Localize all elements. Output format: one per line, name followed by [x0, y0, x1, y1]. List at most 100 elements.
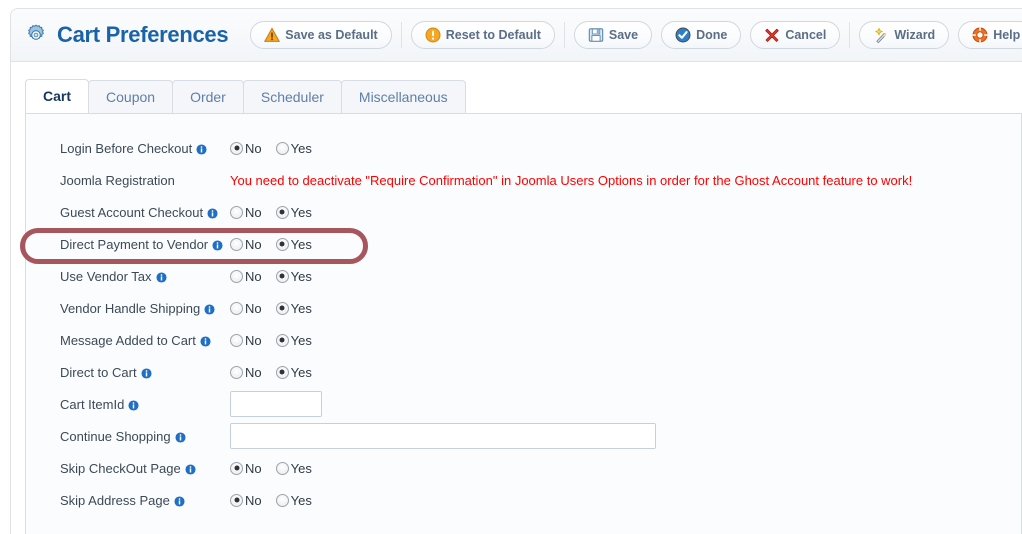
radio-dot[interactable]: [275, 461, 289, 475]
radio-no[interactable]: No: [230, 461, 262, 476]
radio-yes-label: Yes: [290, 364, 312, 380]
page-header: Cart Preferences Save as Default Reset t…: [11, 9, 1022, 62]
radio-dot[interactable]: [230, 237, 243, 251]
cancel-label: Cancel: [785, 28, 827, 42]
radio-dot[interactable]: [275, 141, 289, 155]
radio-yes[interactable]: Yes: [275, 141, 312, 156]
radio-dot[interactable]: [230, 333, 243, 347]
radio-dot[interactable]: [275, 205, 289, 219]
radio-dot[interactable]: [275, 333, 289, 347]
tab-order[interactable]: Order: [172, 80, 244, 113]
wizard-button[interactable]: Wizard: [859, 21, 950, 49]
radio-no[interactable]: No: [230, 365, 262, 380]
reset-to-default-button[interactable]: Reset to Default: [410, 21, 555, 49]
cart-settings-panel: Login Before Checkout No Yes Joomla Regi…: [20, 114, 1022, 534]
continue-shopping-input[interactable]: [230, 423, 656, 449]
radio-dot[interactable]: [230, 269, 243, 283]
gear-icon: [23, 22, 49, 48]
radio-no[interactable]: No: [230, 237, 262, 252]
direct-payment-to-vendor-radios: No Yes: [230, 237, 326, 252]
wizard-label: Wizard: [894, 28, 936, 42]
radio-no-label: No: [245, 492, 262, 508]
row-direct-to-cart: Direct to Cart No Yes: [26, 356, 1021, 388]
tab-miscellaneous[interactable]: Miscellaneous: [340, 80, 466, 113]
row-label: Vendor Handle Shipping: [60, 301, 230, 316]
radio-yes-label: Yes: [290, 236, 312, 252]
radio-yes[interactable]: Yes: [275, 460, 312, 476]
radio-yes[interactable]: Yes: [275, 236, 312, 252]
radio-no[interactable]: No: [230, 493, 262, 508]
radio-dot[interactable]: [275, 237, 289, 251]
radio-no[interactable]: No: [230, 269, 262, 284]
cart-itemid-input[interactable]: [230, 391, 322, 417]
row-message-added-to-cart: Message Added to Cart No Yes: [26, 324, 1021, 356]
info-icon[interactable]: [175, 431, 186, 443]
info-icon[interactable]: [156, 271, 167, 283]
info-icon[interactable]: [196, 143, 207, 155]
continue-shopping-field-wrap: [230, 423, 656, 449]
radio-dot[interactable]: [230, 205, 243, 219]
joomla-registration-label: Joomla Registration: [60, 172, 175, 188]
info-icon[interactable]: [141, 367, 152, 379]
radio-yes-label: Yes: [290, 460, 312, 476]
tab-cart[interactable]: Cart: [25, 79, 90, 113]
skip-address-page-label: Skip Address Page: [60, 492, 170, 508]
radio-yes-label: Yes: [290, 300, 312, 316]
info-icon[interactable]: [200, 335, 211, 347]
radio-dot[interactable]: [275, 365, 289, 379]
radio-yes-label: Yes: [290, 332, 312, 348]
cancel-button[interactable]: Cancel: [750, 21, 841, 49]
radio-no[interactable]: No: [230, 301, 262, 316]
row-skip-address-page: Skip Address Page No Yes: [26, 484, 1021, 516]
radio-no-label: No: [245, 140, 262, 156]
radio-dot[interactable]: [230, 365, 243, 379]
row-label: Continue Shopping: [60, 429, 230, 444]
radio-yes[interactable]: Yes: [275, 205, 312, 220]
row-cart-itemid: Cart ItemId: [26, 388, 1021, 420]
row-direct-payment-to-vendor: Direct Payment to Vendor No Yes: [20, 228, 1021, 264]
info-icon[interactable]: [185, 463, 196, 475]
info-icon[interactable]: [207, 207, 218, 219]
row-label: Skip CheckOut Page: [60, 461, 230, 476]
radio-dot[interactable]: [275, 493, 289, 507]
tab-coupon[interactable]: Coupon: [88, 80, 174, 113]
radio-yes[interactable]: Yes: [275, 364, 312, 380]
skip-checkout-page-label: Skip CheckOut Page: [60, 460, 181, 476]
row-continue-shopping: Continue Shopping: [26, 420, 1021, 452]
row-label: Cart ItemId: [60, 397, 230, 412]
info-icon[interactable]: [174, 495, 185, 507]
row-label: Message Added to Cart: [60, 333, 230, 348]
radio-dot[interactable]: [275, 269, 289, 283]
radio-yes[interactable]: Yes: [275, 492, 312, 508]
help-button[interactable]: Help: [958, 21, 1022, 49]
tab-bar: Cart Coupon Order Scheduler Miscellaneou…: [25, 79, 1022, 114]
radio-yes[interactable]: Yes: [275, 300, 312, 316]
info-icon[interactable]: [128, 399, 139, 411]
info-icon[interactable]: [212, 239, 223, 251]
radio-dot[interactable]: [230, 301, 243, 315]
toolbar-divider: [563, 22, 565, 48]
radio-no[interactable]: No: [230, 205, 262, 220]
radio-no-label: No: [245, 460, 262, 476]
radio-yes-label: Yes: [290, 492, 312, 508]
help-label: Help: [993, 28, 1021, 42]
guest-account-checkout-label: Guest Account Checkout: [60, 204, 204, 220]
save-as-default-button[interactable]: Save as Default: [250, 21, 392, 49]
radio-dot[interactable]: [230, 141, 243, 155]
save-button[interactable]: Save: [573, 21, 653, 49]
vendor-handle-shipping-label: Vendor Handle Shipping: [60, 300, 201, 316]
info-icon[interactable]: [204, 303, 215, 315]
radio-yes[interactable]: Yes: [275, 269, 312, 284]
radio-dot[interactable]: [230, 461, 243, 475]
radio-yes[interactable]: Yes: [275, 332, 312, 348]
lifebuoy-icon: [972, 27, 988, 43]
red-x-icon: [764, 27, 780, 43]
radio-dot[interactable]: [230, 493, 243, 507]
done-button[interactable]: Done: [661, 21, 742, 49]
radio-no[interactable]: No: [230, 141, 262, 156]
radio-no-label: No: [245, 268, 262, 284]
radio-no[interactable]: No: [230, 333, 262, 348]
save-label: Save: [608, 28, 639, 42]
radio-dot[interactable]: [275, 301, 289, 315]
tab-scheduler[interactable]: Scheduler: [242, 80, 342, 113]
